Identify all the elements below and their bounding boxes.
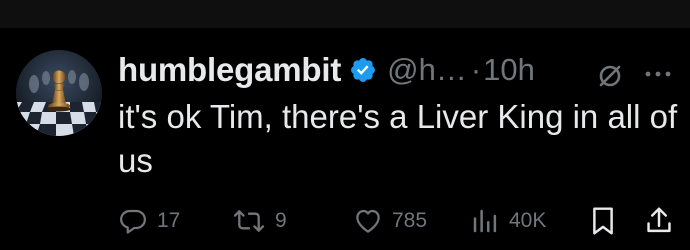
like-count: 785 [392,209,428,232]
reply-count: 17 [157,209,181,232]
top-divider-strip [0,0,690,28]
chess-pawn-avatar-icon [16,50,102,136]
heart-icon [356,209,380,233]
repost-icon [233,210,265,232]
tweet-text: it's ok Tim, there's a Liver King in all… [118,98,687,179]
avatar[interactable] [16,50,102,136]
share-button[interactable] [644,203,674,239]
tweet-header: humblegambit @h… · 10h [118,50,535,90]
repost-count: 9 [275,209,287,232]
tweet[interactable]: humblegambit @h… · 10h it's ok Tim, ther… [0,28,690,250]
like-button[interactable]: 785 [353,203,427,239]
views-count: 40K [509,209,547,232]
share-icon [647,207,671,233]
bookmark-icon [593,207,613,235]
views-button[interactable]: 40K [470,203,546,239]
tweet-actions: 17 9 785 40K [118,203,678,239]
bookmark-button[interactable] [588,203,618,239]
separator-dot: · [470,52,482,87]
repost-button[interactable]: 9 [232,203,287,239]
reply-icon [120,209,146,234]
more-icon[interactable] [642,60,674,88]
reply-button[interactable]: 17 [118,203,180,239]
timestamp[interactable]: 10h [483,52,535,88]
grok-slash-icon[interactable] [596,62,624,90]
user-handle[interactable]: @h… [387,52,467,88]
display-name[interactable]: humblegambit [118,51,341,89]
verified-badge-icon[interactable] [349,56,377,84]
views-icon [473,209,497,233]
